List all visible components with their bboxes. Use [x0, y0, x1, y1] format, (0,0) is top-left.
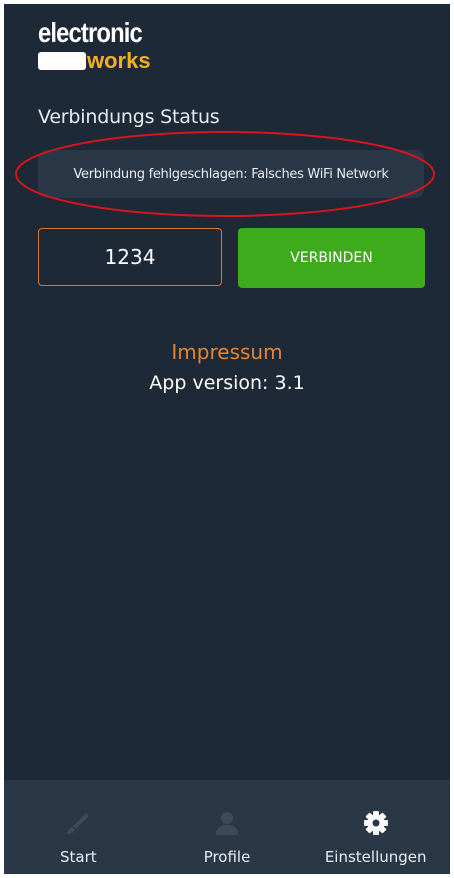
- person-icon: [214, 810, 240, 836]
- bottom-navigation: Start Profile Einstellungen: [4, 780, 450, 874]
- brush-icon: [65, 810, 91, 836]
- electronic-works-logo: electronic works: [38, 18, 160, 72]
- gear-icon: [363, 810, 389, 836]
- nav-label-start: Start: [60, 848, 97, 866]
- connect-button[interactable]: VERBINDEN: [238, 228, 425, 288]
- nav-item-start[interactable]: Start: [4, 780, 153, 874]
- app-version-text: App version: 3.1: [149, 372, 305, 394]
- status-message: Verbindung fehlgeschlagen: Falsches WiFi…: [73, 166, 389, 182]
- nav-item-settings[interactable]: Einstellungen: [301, 780, 450, 874]
- nav-label-settings: Einstellungen: [324, 848, 427, 866]
- logo-line2: works: [87, 48, 151, 73]
- connection-code-input[interactable]: [38, 228, 222, 286]
- impressum-link[interactable]: Impressum: [4, 340, 450, 364]
- logo-line1: electronic: [38, 17, 143, 48]
- status-section-title: Verbindungs Status: [38, 106, 220, 128]
- logo-redaction: [38, 52, 86, 70]
- nav-label-profile: Profile: [203, 848, 251, 866]
- nav-item-profile[interactable]: Profile: [153, 780, 302, 874]
- app-screen: electronic works Verbindungs Status Verb…: [4, 4, 450, 874]
- status-message-box: Verbindung fehlgeschlagen: Falsches WiFi…: [38, 150, 424, 198]
